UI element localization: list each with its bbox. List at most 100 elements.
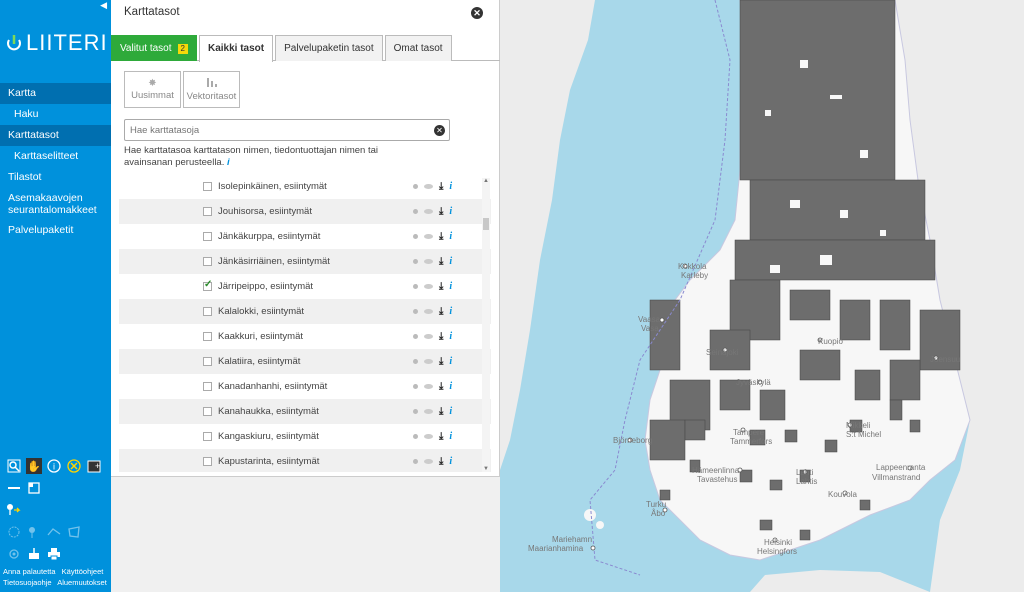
layer-checkbox[interactable] bbox=[203, 457, 212, 466]
layer-row[interactable]: Kanahaukka, esiintymät ⤓ i bbox=[119, 399, 491, 424]
visibility-icon[interactable] bbox=[424, 284, 433, 289]
visibility-icon[interactable] bbox=[424, 434, 433, 439]
info-icon[interactable]: i bbox=[227, 157, 230, 168]
print-icon[interactable] bbox=[46, 546, 62, 562]
layer-info-icon[interactable]: i bbox=[449, 281, 452, 292]
tab-own-layers[interactable]: Omat tasot bbox=[384, 35, 452, 61]
layer-checkbox[interactable] bbox=[203, 279, 212, 291]
scroll-thumb[interactable] bbox=[483, 218, 489, 230]
map-view[interactable]: Kokkola Karleby Vaasa Vasa Seinäjoki Jyv… bbox=[500, 0, 1024, 592]
visibility-icon[interactable] bbox=[424, 409, 433, 414]
layer-info-icon[interactable]: i bbox=[449, 181, 452, 192]
measure-area-icon[interactable] bbox=[26, 480, 42, 496]
clear-search-icon[interactable]: ✕ bbox=[434, 125, 445, 136]
menu-item-tilastot[interactable]: Tilastot bbox=[0, 167, 111, 188]
tab-all-layers[interactable]: Kaikki tasot bbox=[198, 35, 274, 62]
download-icon[interactable]: ⤓ bbox=[439, 181, 443, 192]
layer-row[interactable]: Kanadanhanhi, esiintymät ⤓ i bbox=[119, 374, 491, 399]
select-line-icon[interactable] bbox=[46, 524, 62, 540]
location-icon[interactable] bbox=[6, 546, 22, 562]
layer-info-icon[interactable]: i bbox=[449, 306, 452, 317]
layer-info-icon[interactable]: i bbox=[449, 331, 452, 342]
collapse-arrow-icon[interactable]: ◀ bbox=[100, 0, 107, 11]
layer-info-icon[interactable]: i bbox=[449, 406, 452, 417]
visibility-icon[interactable] bbox=[424, 359, 433, 364]
menu-item-karttatasot[interactable]: Karttatasot bbox=[0, 125, 111, 146]
visibility-icon[interactable] bbox=[424, 384, 433, 389]
layer-info-icon[interactable]: i bbox=[449, 456, 452, 467]
select-pin-icon[interactable] bbox=[26, 524, 42, 540]
layer-list-scrollbar[interactable]: ▲ ▼ bbox=[482, 178, 490, 472]
layer-checkbox[interactable] bbox=[203, 182, 212, 191]
download-icon[interactable]: ⤓ bbox=[439, 331, 443, 342]
layer-row[interactable]: Jänkäkurppa, esiintymät ⤓ i bbox=[119, 224, 491, 249]
layer-checkbox[interactable] bbox=[203, 232, 212, 241]
layer-checkbox[interactable] bbox=[203, 207, 212, 216]
visibility-icon[interactable] bbox=[424, 459, 433, 464]
download-icon[interactable]: ⤓ bbox=[439, 206, 443, 217]
layer-checkbox[interactable] bbox=[203, 382, 212, 391]
layer-row[interactable]: Kalalokki, esiintymät ⤓ i bbox=[119, 299, 491, 324]
feedback-link[interactable]: Anna palautetta bbox=[3, 567, 56, 576]
layer-info-icon[interactable]: i bbox=[449, 206, 452, 217]
scroll-down-icon[interactable]: ▼ bbox=[483, 466, 489, 472]
pan-hand-icon[interactable]: ✋ bbox=[26, 458, 42, 474]
menu-item-palvelupaketit[interactable]: Palvelupaketit bbox=[0, 220, 111, 241]
select-point-icon[interactable] bbox=[6, 524, 22, 540]
layer-checkbox[interactable] bbox=[203, 257, 212, 266]
visibility-icon[interactable] bbox=[424, 309, 433, 314]
export-icon[interactable] bbox=[26, 546, 42, 562]
visibility-icon[interactable] bbox=[424, 184, 433, 189]
add-marker-icon[interactable]: + bbox=[86, 458, 102, 474]
layer-info-icon[interactable]: i bbox=[449, 431, 452, 442]
layer-checkbox[interactable] bbox=[203, 332, 212, 341]
download-icon[interactable]: ⤓ bbox=[439, 406, 443, 417]
tab-selected-layers[interactable]: Valitut tasot 2 bbox=[111, 35, 197, 61]
area-changes-link[interactable]: Aluemuutokset bbox=[57, 578, 107, 587]
visibility-icon[interactable] bbox=[424, 259, 433, 264]
zoom-box-icon[interactable] bbox=[6, 458, 22, 474]
layer-row[interactable]: Jouhisorsa, esiintymät ⤓ i bbox=[119, 199, 491, 224]
layer-checkbox[interactable] bbox=[203, 357, 212, 366]
download-icon[interactable]: ⤓ bbox=[439, 431, 443, 442]
search-input[interactable] bbox=[125, 120, 425, 140]
layer-row[interactable]: Kapustarinta, esiintymät ⤓ i bbox=[119, 449, 491, 472]
menu-item-haku[interactable]: Haku bbox=[0, 104, 111, 125]
download-icon[interactable]: ⤓ bbox=[439, 356, 443, 367]
download-icon[interactable]: ⤓ bbox=[439, 281, 443, 292]
layer-row[interactable]: Kaakkuri, esiintymät ⤓ i bbox=[119, 324, 491, 349]
user-guide-link[interactable]: Käyttöohjeet bbox=[62, 567, 104, 576]
map-canvas[interactable] bbox=[500, 0, 1024, 592]
layer-checkbox[interactable] bbox=[203, 432, 212, 441]
close-icon[interactable]: ✕ bbox=[471, 7, 483, 19]
layer-row[interactable]: Isolepinkäinen, esiintymät ⤓ i bbox=[119, 174, 491, 199]
pin-arrow-icon[interactable] bbox=[6, 502, 22, 518]
layer-row[interactable]: Kangaskiuru, esiintymät ⤓ i bbox=[119, 424, 491, 449]
layer-info-icon[interactable]: i bbox=[449, 356, 452, 367]
layer-checkbox[interactable] bbox=[203, 407, 212, 416]
filter-newest-button[interactable]: ✸ Uusimmat bbox=[124, 71, 181, 108]
menu-item-seurantalomakkeet[interactable]: Asemakaavojen seurantalomakkeet bbox=[0, 188, 111, 220]
visibility-icon[interactable] bbox=[424, 234, 433, 239]
menu-item-karttaselitteet[interactable]: Karttaselitteet bbox=[0, 146, 111, 167]
measure-line-icon[interactable] bbox=[6, 480, 22, 496]
menu-item-kartta[interactable]: Kartta bbox=[0, 83, 111, 104]
layer-info-icon[interactable]: i bbox=[449, 381, 452, 392]
privacy-link[interactable]: Tietosuojaohje bbox=[3, 578, 52, 587]
layer-row[interactable]: Jänkäsirriäinen, esiintymät ⤓ i bbox=[119, 249, 491, 274]
layer-info-icon[interactable]: i bbox=[449, 256, 452, 267]
tab-service-package-layers[interactable]: Palvelupaketin tasot bbox=[275, 35, 383, 61]
clear-selection-icon[interactable] bbox=[66, 458, 82, 474]
download-icon[interactable]: ⤓ bbox=[439, 231, 443, 242]
download-icon[interactable]: ⤓ bbox=[439, 256, 443, 267]
layer-row[interactable]: Kalatiira, esiintymät ⤓ i bbox=[119, 349, 491, 374]
download-icon[interactable]: ⤓ bbox=[439, 306, 443, 317]
layer-checkbox[interactable] bbox=[203, 307, 212, 316]
layer-info-icon[interactable]: i bbox=[449, 231, 452, 242]
download-icon[interactable]: ⤓ bbox=[439, 456, 443, 467]
layer-row[interactable]: Järripeippo, esiintymät⤓i bbox=[119, 274, 491, 299]
visibility-icon[interactable] bbox=[424, 334, 433, 339]
filter-vector-button[interactable]: Vektoritasot bbox=[183, 71, 240, 108]
info-circle-icon[interactable]: i bbox=[46, 458, 62, 474]
download-icon[interactable]: ⤓ bbox=[439, 381, 443, 392]
